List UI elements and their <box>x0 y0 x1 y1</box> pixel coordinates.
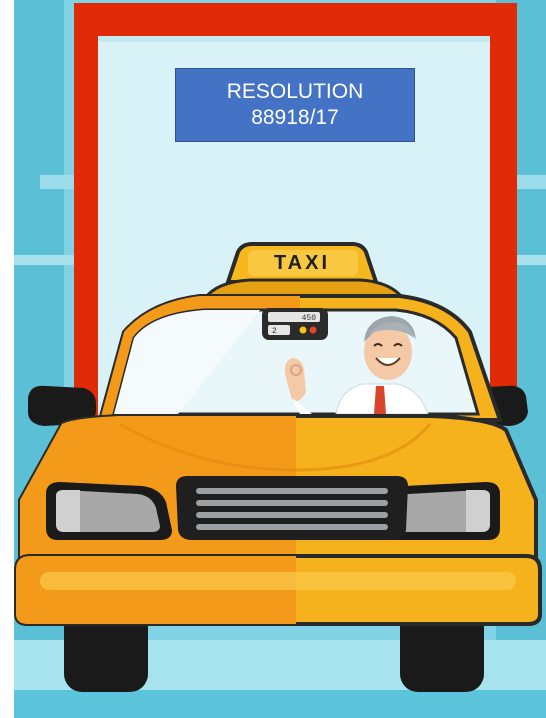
taxi-sign-text: TAXI <box>274 252 330 274</box>
resolution-title: RESOLUTION <box>226 80 364 103</box>
meter-fare: 450 <box>302 314 317 323</box>
taxi-meter: 450 2 <box>262 308 328 340</box>
grille <box>176 476 408 540</box>
bumper <box>14 554 542 626</box>
resolution-label: RESOLUTION 88918/17 <box>175 68 415 142</box>
taxi-illustration: TAXI 450 2 RESOLUTION 88918/17 <box>0 0 546 718</box>
meter-digit: 2 <box>272 327 277 336</box>
resolution-number: 88918/17 <box>251 106 339 129</box>
